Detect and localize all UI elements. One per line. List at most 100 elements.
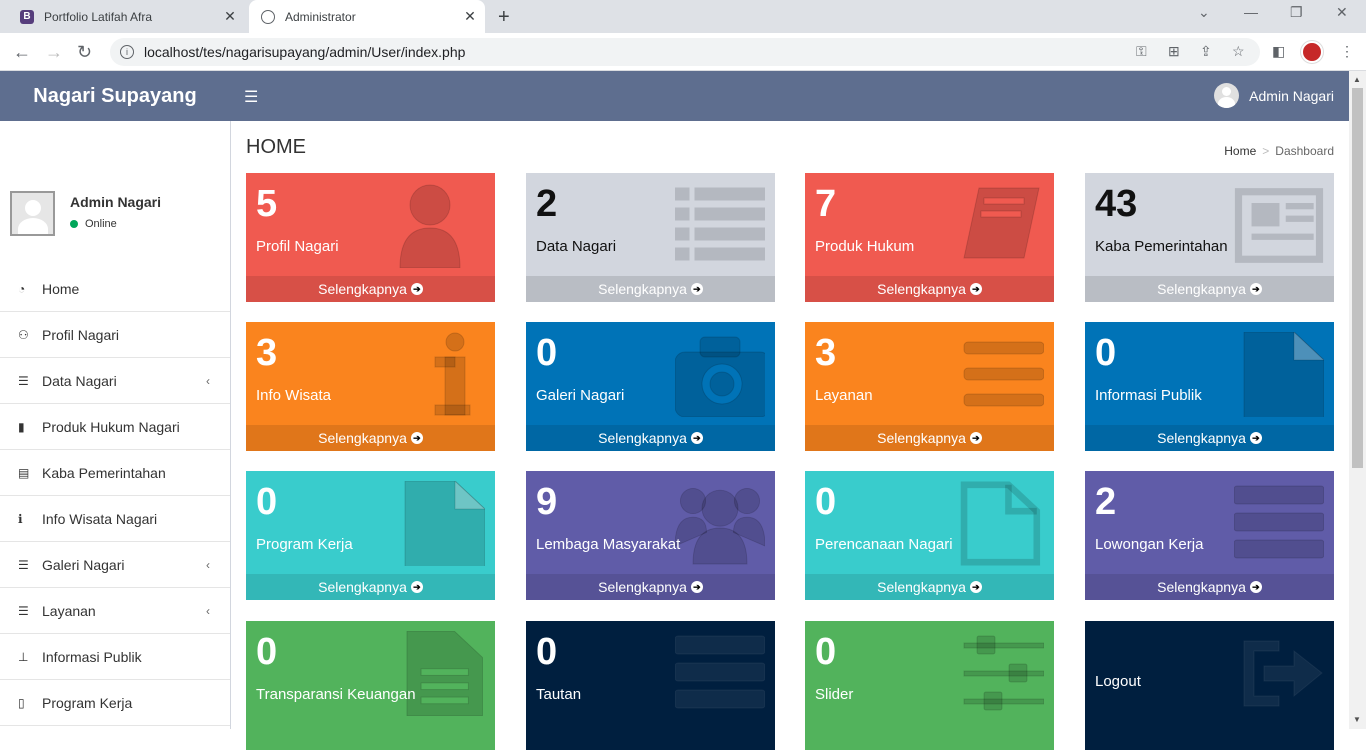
- side-panel-icon[interactable]: ◧: [1272, 43, 1285, 60]
- user-menu[interactable]: Admin Nagari: [1214, 83, 1334, 108]
- scroll-up-icon[interactable]: ▲: [1353, 75, 1361, 84]
- more-info-link[interactable]: Selengkapnya ➔: [526, 574, 775, 600]
- stat-box-lowongan-kerja[interactable]: 2 Lowongan Kerja Selengkapnya ➔: [1085, 471, 1334, 600]
- stat-box-galeri-nagari[interactable]: 0 Galeri Nagari Selengkapnya ➔: [526, 322, 775, 451]
- key-icon[interactable]: ⚿: [1136, 43, 1147, 60]
- url-field[interactable]: i localhost/tes/nagarisupayang/admin/Use…: [110, 38, 1260, 66]
- stat-box-logout[interactable]: Logout: [1085, 621, 1334, 750]
- more-info-link[interactable]: Selengkapnya ➔: [246, 574, 495, 600]
- stat-box-lembaga-masyarakat[interactable]: 9 Lembaga Masyarakat Selengkapnya ➔: [526, 471, 775, 600]
- breadcrumb-home[interactable]: Home: [1224, 144, 1256, 158]
- stat-count: 0: [536, 332, 558, 374]
- camera-icon: [674, 332, 771, 418]
- share-icon[interactable]: ⇪: [1200, 43, 1212, 60]
- sidebar-item-informasi-publik[interactable]: ⊥ Informasi Publik: [0, 634, 230, 680]
- tab-title: Administrator: [285, 9, 356, 24]
- sidebar-item-label: Kaba Pemerintahan: [42, 464, 166, 481]
- new-tab-icon[interactable]: +: [498, 6, 510, 29]
- sidebar-item-layanan[interactable]: ☰ Layanan ‹: [0, 588, 230, 634]
- arrow-circle-right-icon: ➔: [410, 432, 423, 444]
- minimize-icon[interactable]: —: [1244, 4, 1258, 20]
- more-info-link[interactable]: Selengkapnya ➔: [805, 574, 1054, 600]
- more-info-link[interactable]: Selengkapnya ➔: [246, 425, 495, 451]
- stat-box-informasi-publik[interactable]: 0 Informasi Publik Selengkapnya ➔: [1085, 322, 1334, 451]
- vertical-scrollbar[interactable]: ▲ ▼: [1349, 71, 1366, 729]
- tab-title: Portfolio Latifah Afra: [44, 9, 153, 24]
- sidebar-item-program-kerja[interactable]: ▯ Program Kerja: [0, 680, 230, 726]
- close-tab-icon[interactable]: ✕: [459, 8, 481, 25]
- close-tab-icon[interactable]: ✕: [219, 8, 241, 25]
- server-icon: [1233, 481, 1325, 566]
- more-info-label: Selengkapnya: [598, 579, 687, 595]
- stat-box-profil-nagari[interactable]: 5 Profil Nagari Selengkapnya ➔: [246, 173, 495, 302]
- sidebar-item-home[interactable]: ◔ Home: [0, 266, 230, 312]
- stat-box-kaba-pemerintahan[interactable]: 43 Kaba Pemerintahan Selengkapnya ➔: [1085, 173, 1334, 302]
- reload-icon[interactable]: ↻: [77, 42, 92, 63]
- more-info-label: Selengkapnya: [598, 430, 687, 446]
- stat-count: 2: [536, 183, 558, 225]
- restore-icon[interactable]: ❐: [1290, 4, 1303, 21]
- server-icon: [674, 631, 766, 716]
- tab-search-icon[interactable]: ⌄: [1198, 4, 1210, 21]
- group-icon: [674, 481, 766, 566]
- stat-box-tautan[interactable]: 0 Tautan: [526, 621, 775, 750]
- more-info-link[interactable]: Selengkapnya ➔: [526, 425, 775, 451]
- browser-tab-strip: B Portfolio Latifah Afra ✕ Administrator…: [0, 0, 1366, 33]
- stat-label: Profil Nagari: [256, 238, 339, 255]
- sidebar-item-galeri-nagari[interactable]: ☰ Galeri Nagari ‹: [0, 542, 230, 588]
- stat-box-produk-hukum[interactable]: 7 Produk Hukum Selengkapnya ➔: [805, 173, 1054, 302]
- more-info-link[interactable]: Selengkapnya ➔: [1085, 276, 1334, 302]
- list-icon: [674, 183, 766, 268]
- stat-count: 7: [815, 183, 837, 225]
- brand-logo[interactable]: Nagari Supayang: [0, 71, 230, 121]
- stat-box-transparansi-keuangan[interactable]: 0 Transparansi Keuangan: [246, 621, 495, 750]
- arrow-circle-right-icon: ➔: [1249, 283, 1262, 295]
- menu-kebab-icon[interactable]: ⋮: [1340, 43, 1354, 60]
- sidebar-item-kaba-pemerintahan[interactable]: ▤ Kaba Pemerintahan: [0, 450, 230, 496]
- more-info-link[interactable]: Selengkapnya ➔: [526, 276, 775, 302]
- file-text-icon: [395, 630, 485, 717]
- breadcrumb: Home > Dashboard: [1224, 144, 1334, 158]
- sidebar-item-produk-hukum[interactable]: ▮ Produk Hukum Nagari: [0, 404, 230, 450]
- translate-icon[interactable]: ⊞: [1168, 43, 1180, 60]
- sidebar-item-data-nagari[interactable]: ☰ Data Nagari ‹: [0, 358, 230, 404]
- more-info-link[interactable]: Selengkapnya ➔: [805, 425, 1054, 451]
- scroll-down-icon[interactable]: ▼: [1353, 715, 1361, 724]
- app-header: Nagari Supayang ☰ Admin Nagari: [0, 71, 1349, 121]
- stat-box-info-wisata[interactable]: 3 Info Wisata Selengkapnya ➔: [246, 322, 495, 451]
- more-info-link[interactable]: Selengkapnya ➔: [1085, 574, 1334, 600]
- sidebar-item-label: Galeri Nagari: [42, 556, 125, 573]
- stat-box-program-kerja[interactable]: 0 Program Kerja Selengkapnya ➔: [246, 471, 495, 600]
- sidebar-menu: ◔ Home ⚇ Profil Nagari ☰ Data Nagari ‹ ▮ Prod…: [0, 266, 230, 726]
- chevron-left-icon: ‹: [206, 603, 210, 618]
- back-icon[interactable]: ←: [13, 42, 31, 63]
- sidebar-item-info-wisata[interactable]: ℹ Info Wisata Nagari: [0, 496, 230, 542]
- forward-icon[interactable]: →: [45, 42, 63, 63]
- scrollbar-thumb[interactable]: [1352, 88, 1363, 468]
- stat-box-slider[interactable]: 0 Slider: [805, 621, 1054, 750]
- window-close-icon[interactable]: ✕: [1336, 4, 1348, 21]
- more-info-link[interactable]: Selengkapnya ➔: [805, 276, 1054, 302]
- more-info-label: Selengkapnya: [1157, 430, 1246, 446]
- arrow-circle-right-icon: ➔: [1249, 581, 1262, 593]
- stat-label: Data Nagari: [536, 238, 617, 255]
- site-info-icon[interactable]: i: [120, 45, 134, 59]
- more-info-link[interactable]: Selengkapnya ➔: [1085, 425, 1334, 451]
- info-icon: ℹ: [18, 511, 23, 526]
- stat-label: Program Kerja: [256, 536, 353, 553]
- arrow-circle-right-icon: ➔: [410, 581, 423, 593]
- stat-box-perencanaan-nagari[interactable]: 0 Perencanaan Nagari Selengkapnya ➔: [805, 471, 1054, 600]
- stat-box-layanan[interactable]: 3 Layanan Selengkapnya ➔: [805, 322, 1054, 451]
- stat-count: 2: [1095, 481, 1117, 523]
- stat-count: 0: [256, 631, 278, 673]
- sidebar: Admin Nagari Online ◔ Home ⚇ Profil Nagari…: [0, 121, 231, 729]
- stat-box-data-nagari[interactable]: 2 Data Nagari Selengkapnya ➔: [526, 173, 775, 302]
- browser-tab-portfolio[interactable]: B Portfolio Latifah Afra ✕: [8, 0, 245, 33]
- sidebar-item-profil-nagari[interactable]: ⚇ Profil Nagari: [0, 312, 230, 358]
- sidebar-toggle-icon[interactable]: ☰: [244, 87, 258, 107]
- profile-avatar[interactable]: [1301, 41, 1323, 63]
- arrow-circle-right-icon: ➔: [690, 581, 703, 593]
- star-icon[interactable]: ☆: [1232, 43, 1245, 60]
- browser-tab-administrator[interactable]: Administrator ✕: [249, 0, 485, 33]
- more-info-link[interactable]: Selengkapnya ➔: [246, 276, 495, 302]
